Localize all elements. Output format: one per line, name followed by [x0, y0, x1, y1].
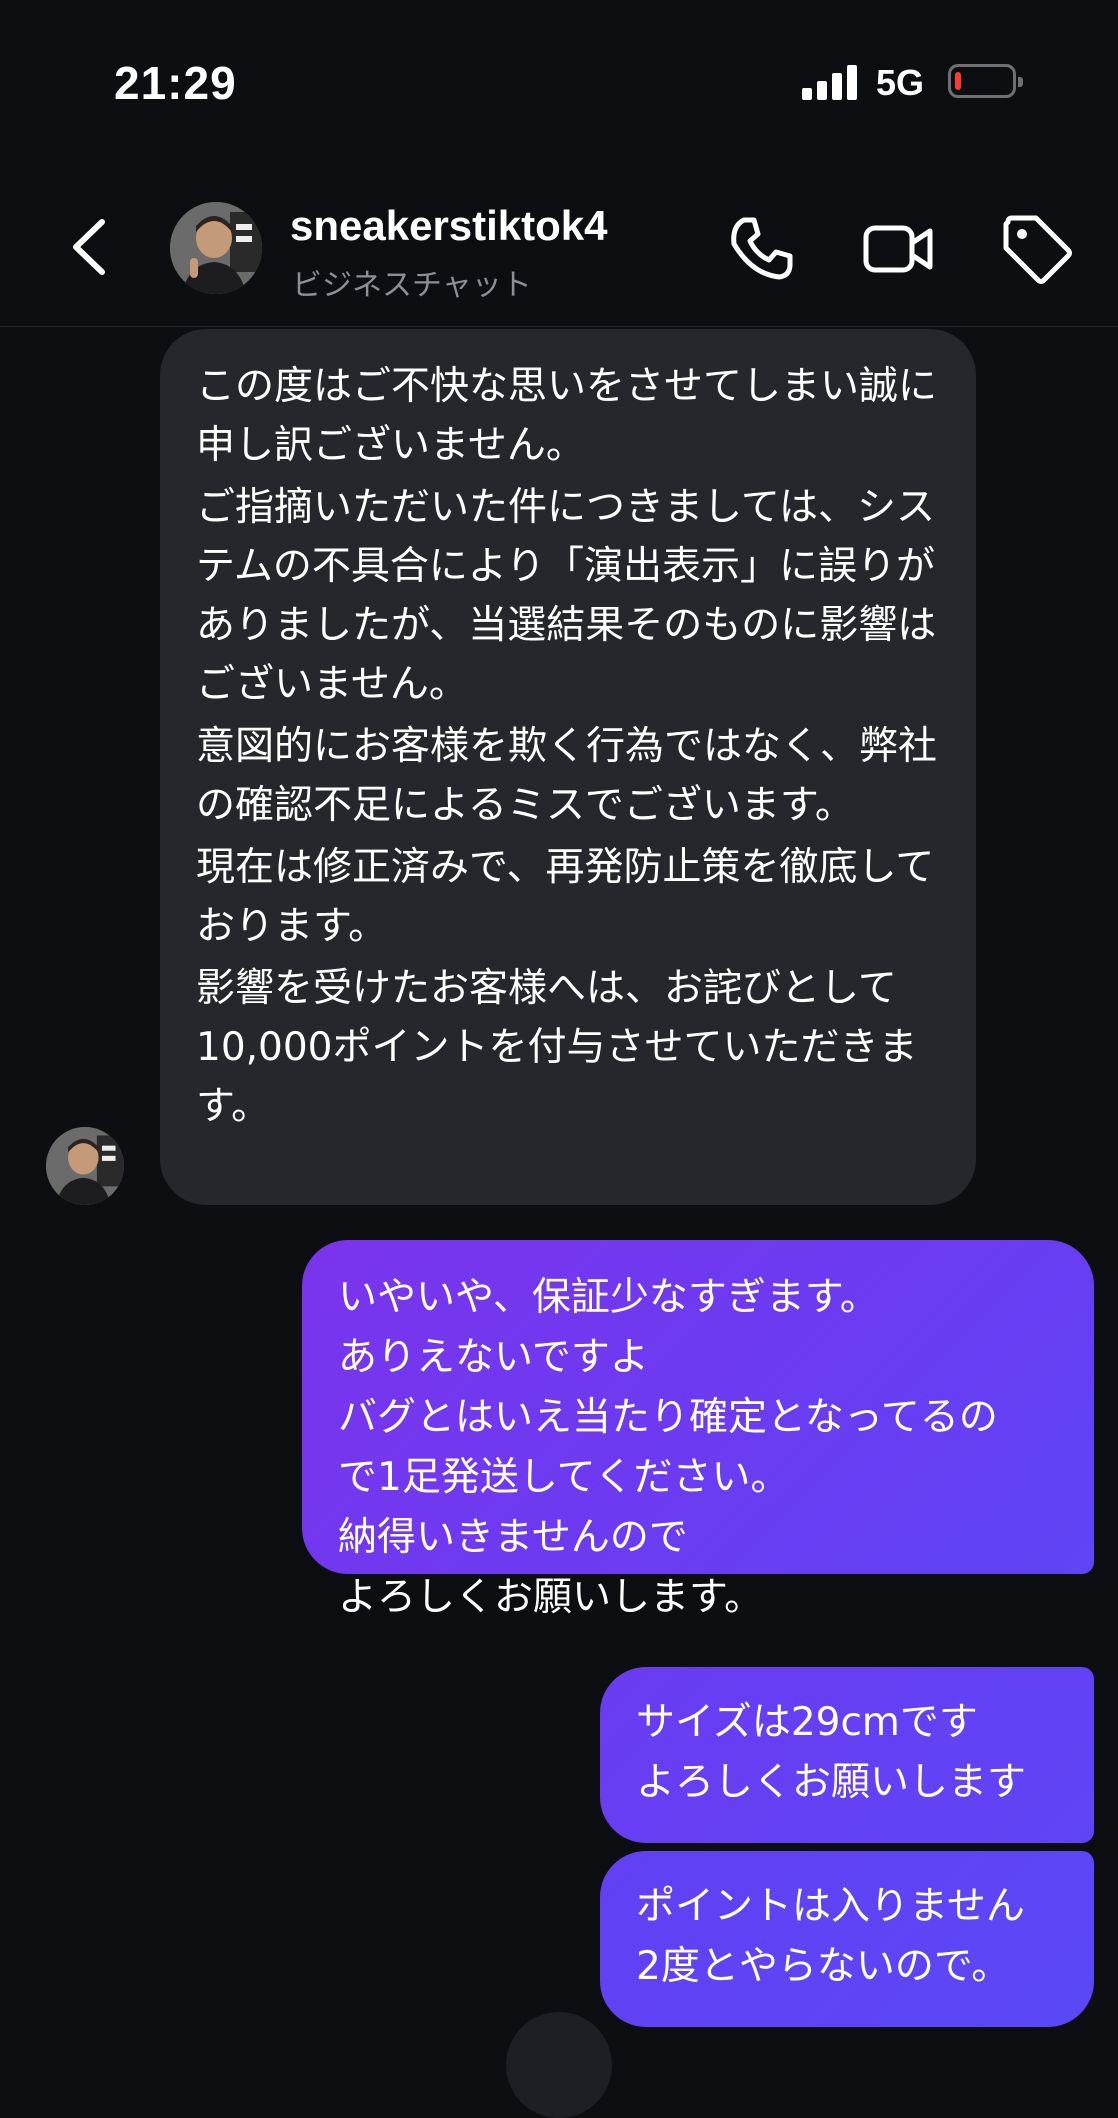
battery-icon	[948, 64, 1023, 98]
avatar[interactable]	[170, 202, 262, 294]
message-text: 意図的にお客様を欺く行為ではなく、弊社の確認不足によるミスでございます。	[196, 724, 938, 828]
chat-header: sneakerstiktok4 ビジネスチャット	[0, 170, 1118, 327]
outgoing-message-bubble[interactable]: いやいや、保証少なすぎます。 ありえないですよ バグとはいえ当たり確定となってる…	[302, 1240, 1094, 1620]
incoming-message-bubble[interactable]: この度はご不快な思いをさせてしまい誠に申し訳ございません。 ご指摘いただいた件に…	[160, 329, 976, 1205]
contact-subtitle: ビジネスチャット	[292, 268, 532, 303]
message-text: 影響を受けたお客様へは、お詫びとして10,000ポイントを付与させていただきます…	[196, 966, 918, 1129]
message-text: で1足発送してください。	[338, 1455, 790, 1500]
message-text: バグとはいえ当たり確定となってるの	[338, 1395, 998, 1440]
message-text: いやいや、保証少なすぎます。	[338, 1275, 879, 1320]
message-text: 現在は修正済みで、再発防止策を徹底しております。	[196, 845, 935, 949]
message-text: この度はご不快な思いをさせてしまい誠に申し訳ございません。	[196, 364, 938, 468]
message-text: 納得いきませんので	[338, 1515, 688, 1560]
battery-level	[955, 72, 961, 90]
phone-icon[interactable]	[726, 214, 796, 284]
cellular-signal-icon	[802, 64, 858, 100]
message-text: ご指摘いただいた件につきましては、システムの不具合により「演出表示」に誤りがあり…	[196, 485, 937, 707]
tag-icon[interactable]	[1000, 212, 1074, 286]
sender-avatar[interactable]	[46, 1127, 124, 1205]
message-text: サイズは29cmです	[636, 1700, 978, 1745]
message-text: ありえないですよ	[338, 1335, 649, 1380]
message-list[interactable]: この度はご不快な思いをさせてしまい誠に申し訳ございません。 ご指摘いただいた件に…	[0, 327, 1118, 2048]
scroll-to-bottom-button[interactable]	[506, 2012, 612, 2118]
video-camera-icon[interactable]	[862, 216, 936, 282]
outgoing-message-bubble[interactable]: サイズは29cmです よろしくお願いします	[600, 1667, 1094, 1843]
chevron-left-icon[interactable]	[60, 212, 120, 282]
status-bar: 21:29 5G	[0, 0, 1118, 170]
message-text: よろしくお願いします。	[338, 1575, 764, 1620]
message-text: ポイントは入りません	[636, 1884, 1025, 1929]
network-type: 5G	[876, 62, 925, 103]
status-time: 21:29	[114, 57, 237, 109]
message-text: よろしくお願いします	[636, 1760, 1027, 1805]
message-text: 2度とやらないので。	[636, 1944, 1011, 1989]
contact-name[interactable]: sneakerstiktok4	[290, 202, 608, 250]
outgoing-message-bubble[interactable]: ポイントは入りません 2度とやらないので。	[600, 1851, 1094, 2027]
